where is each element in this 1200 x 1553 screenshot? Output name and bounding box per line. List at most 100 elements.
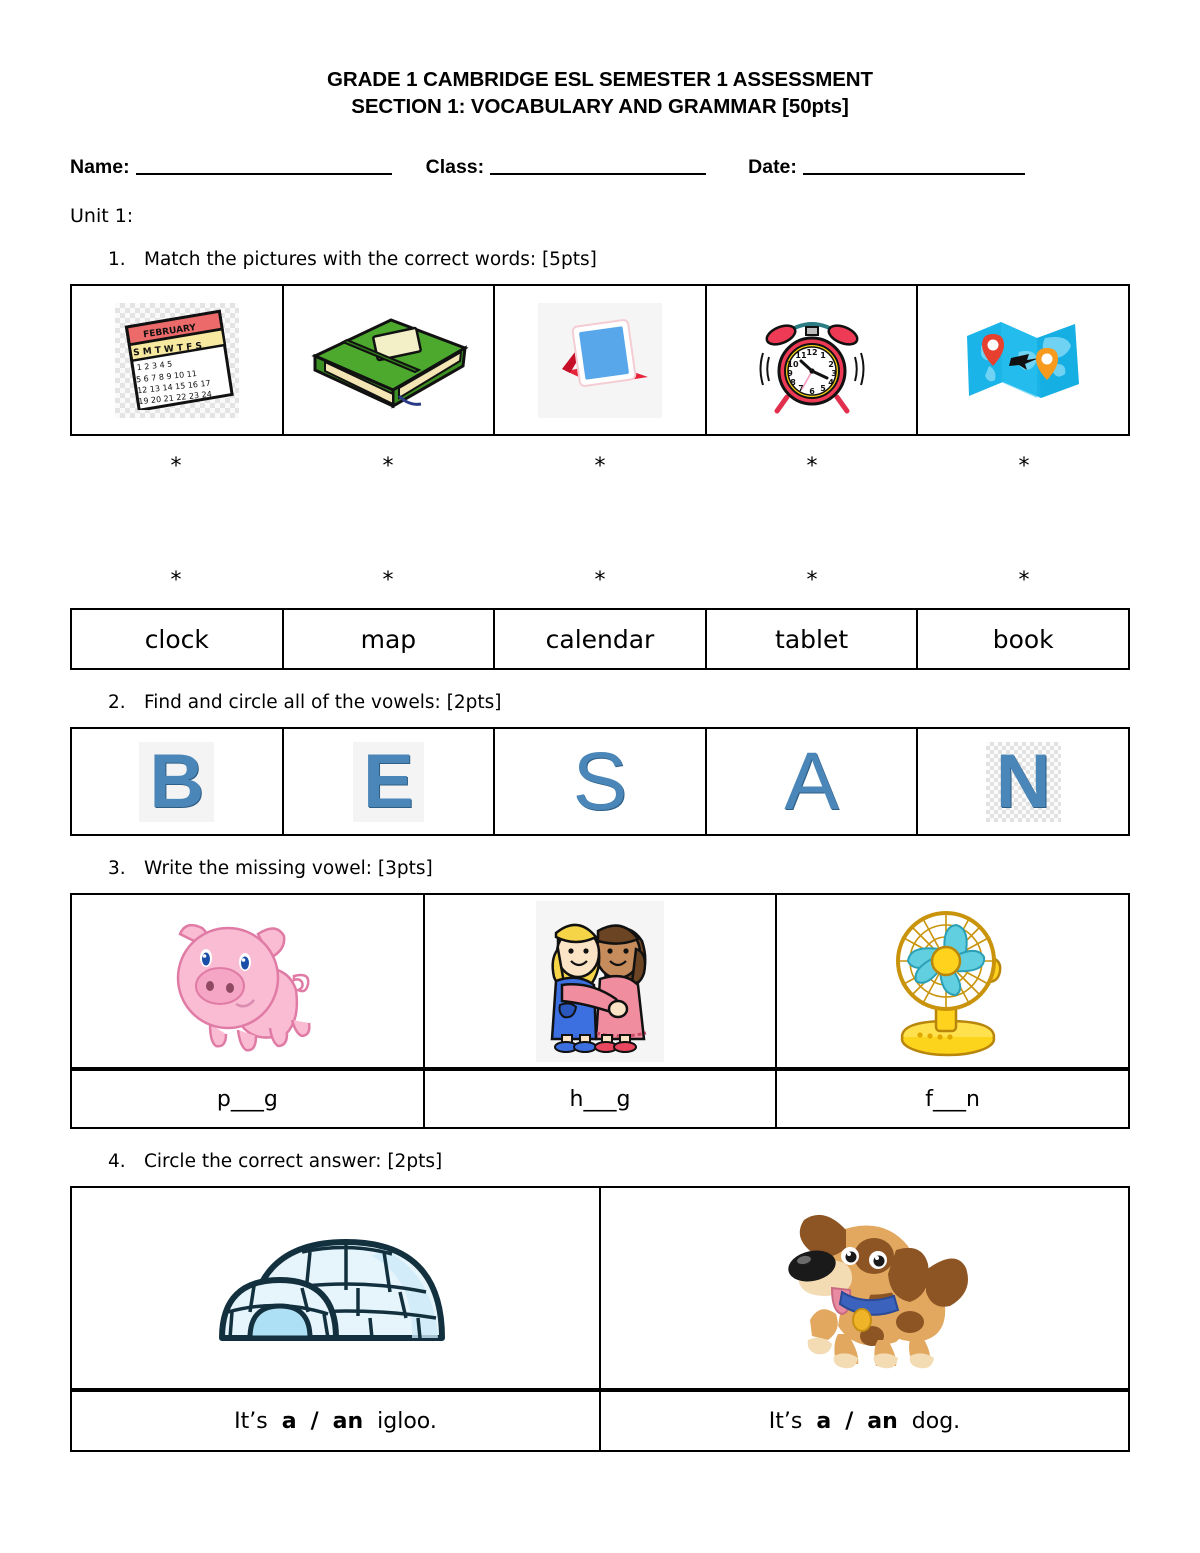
- sentence-cell-dog[interactable]: It’s a / an dog.: [599, 1390, 1130, 1452]
- svg-text:8: 8: [790, 378, 796, 387]
- match-point-top[interactable]: *: [70, 456, 282, 478]
- answer-cell-pig[interactable]: p___g: [70, 1069, 425, 1129]
- letter-e[interactable]: E: [353, 741, 424, 822]
- letter-cell-s[interactable]: S: [493, 727, 707, 836]
- word-cell-calendar[interactable]: calendar: [493, 608, 707, 670]
- calendar-svg: FEBRUARY S M T W T F S 1 2 3 4 5 5 6 7 8…: [124, 309, 234, 412]
- date-input[interactable]: [802, 173, 1025, 175]
- svg-text:5: 5: [820, 384, 826, 393]
- vowel-blank[interactable]: ___: [933, 1087, 966, 1112]
- sentence-cell-igloo[interactable]: It’s a / an igloo.: [70, 1390, 601, 1452]
- svg-text:11: 11: [795, 351, 807, 360]
- question-1-text: Match the pictures with the correct word…: [144, 249, 597, 270]
- letter-b[interactable]: B: [139, 741, 215, 822]
- word-cell-tablet[interactable]: tablet: [704, 608, 919, 670]
- word-cell-map[interactable]: map: [281, 608, 496, 670]
- match-point-top[interactable]: *: [918, 456, 1130, 478]
- answer-suffix: g: [616, 1086, 631, 1112]
- match-point-top[interactable]: *: [706, 456, 918, 478]
- worksheet-page: GRADE 1 CAMBRIDGE ESL SEMESTER 1 ASSESSM…: [0, 0, 1200, 1553]
- question-2-text: Find and circle all of the vowels: [2pts…: [144, 692, 502, 713]
- table-row: FEBRUARY S M T W T F S 1 2 3 4 5 5 6 7 8…: [70, 284, 1130, 436]
- class-label: Class:: [425, 156, 485, 178]
- class-field[interactable]: Class:: [426, 156, 707, 179]
- sentence-noun: dog.: [911, 1408, 961, 1434]
- letter-n[interactable]: N: [986, 742, 1061, 822]
- title-line-1: GRADE 1 CAMBRIDGE ESL SEMESTER 1 ASSESSM…: [327, 68, 873, 91]
- hug-svg: [550, 923, 647, 1053]
- q1-word-table: clock map calendar tablet book: [70, 608, 1130, 670]
- match-point-top[interactable]: *: [282, 456, 494, 478]
- svg-text:6: 6: [809, 387, 815, 396]
- question-3-text: Write the missing vowel: [3pts]: [144, 858, 433, 879]
- calendar-icon: FEBRUARY S M T W T F S 1 2 3 4 5 5 6 7 8…: [72, 286, 282, 434]
- name-input[interactable]: [135, 173, 392, 175]
- vowel-blank[interactable]: ___: [231, 1087, 264, 1112]
- match-point-bottom[interactable]: *: [70, 570, 282, 592]
- question-2-number: 2.: [108, 692, 126, 713]
- option-an[interactable]: an: [333, 1409, 364, 1434]
- q2-letter-table: B E S A N: [70, 727, 1130, 836]
- q1-cell-tablet[interactable]: [493, 284, 707, 436]
- match-point-bottom[interactable]: *: [494, 570, 706, 592]
- answer-prefix: p: [216, 1086, 231, 1112]
- unit-label: Unit 1:: [70, 205, 134, 227]
- match-point-bottom[interactable]: *: [282, 570, 494, 592]
- word-cell-book[interactable]: book: [916, 608, 1130, 670]
- question-3-line: 3. Write the missing vowel: [3pts]: [70, 858, 1130, 879]
- option-a[interactable]: a: [282, 1409, 297, 1434]
- letter-cell-a[interactable]: A: [704, 727, 919, 836]
- date-label: Date:: [748, 156, 797, 178]
- q1-cell-map[interactable]: [916, 284, 1130, 436]
- answer-cell-hug[interactable]: h___g: [422, 1069, 778, 1129]
- matching-workspace[interactable]: [70, 478, 1130, 570]
- q4-picture-table: [70, 1186, 1130, 1390]
- q1-cell-clock[interactable]: 12 1 2 345 678 9 10 11: [704, 284, 919, 436]
- letter-cell-e[interactable]: E: [281, 727, 496, 836]
- q1-cell-calendar[interactable]: FEBRUARY S M T W T F S 1 2 3 4 5 5 6 7 8…: [70, 284, 284, 436]
- letter-s[interactable]: S: [563, 739, 638, 825]
- q3-cell-fan[interactable]: [775, 893, 1130, 1069]
- word-cell-clock[interactable]: clock: [70, 608, 284, 670]
- option-separator: /: [845, 1408, 854, 1434]
- option-an[interactable]: an: [867, 1409, 898, 1434]
- letter-cell-b[interactable]: B: [70, 727, 284, 836]
- title-line-2: SECTION 1: VOCABULARY AND GRAMMAR [50pts…: [351, 95, 849, 118]
- svg-text:3: 3: [831, 369, 837, 378]
- question-3-number: 3.: [108, 858, 126, 879]
- tablet-icon: [495, 286, 705, 434]
- alarm-clock-svg: 12 12 345 678 91011: [759, 322, 865, 414]
- match-point-top[interactable]: *: [494, 456, 706, 478]
- date-field[interactable]: Date:: [748, 156, 1025, 179]
- option-a[interactable]: a: [816, 1409, 831, 1434]
- q1-cell-book[interactable]: [281, 284, 496, 436]
- q4-cell-dog[interactable]: [599, 1186, 1130, 1390]
- q3-cell-pig[interactable]: [70, 893, 425, 1069]
- q4-cell-igloo[interactable]: [70, 1186, 601, 1390]
- answer-suffix: g: [263, 1086, 278, 1112]
- tablet-svg: [561, 318, 648, 387]
- match-point-bottom[interactable]: *: [918, 570, 1130, 592]
- fan-icon: [777, 895, 1128, 1067]
- vowel-blank[interactable]: ___: [583, 1087, 616, 1112]
- class-input[interactable]: [490, 173, 707, 175]
- question-4-text: Circle the correct answer: [2pts]: [144, 1151, 443, 1172]
- answer-suffix: n: [966, 1086, 980, 1112]
- book-svg: [311, 318, 469, 409]
- q3-cell-hug[interactable]: [422, 893, 778, 1069]
- letter-a[interactable]: A: [774, 739, 849, 825]
- q1-picture-table: FEBRUARY S M T W T F S 1 2 3 4 5 5 6 7 8…: [70, 284, 1130, 436]
- table-row: clock map calendar tablet book: [70, 608, 1130, 670]
- page-title: GRADE 1 CAMBRIDGE ESL SEMESTER 1 ASSESSM…: [70, 0, 1130, 120]
- letter-cell-n[interactable]: N: [916, 727, 1130, 836]
- table-row: It’s a / an igloo. It’s a / an dog.: [70, 1390, 1130, 1452]
- match-point-bottom[interactable]: *: [706, 570, 918, 592]
- pig-icon: [72, 895, 423, 1067]
- name-field[interactable]: Name:: [70, 156, 392, 179]
- sentence-lead: It’s: [234, 1408, 268, 1434]
- answer-cell-fan[interactable]: f___n: [775, 1069, 1130, 1129]
- fan-svg: [895, 911, 1002, 1057]
- table-row: p___g h___g f___n: [70, 1069, 1130, 1129]
- svg-text:12: 12: [806, 348, 817, 357]
- sentence-noun: igloo.: [377, 1408, 437, 1434]
